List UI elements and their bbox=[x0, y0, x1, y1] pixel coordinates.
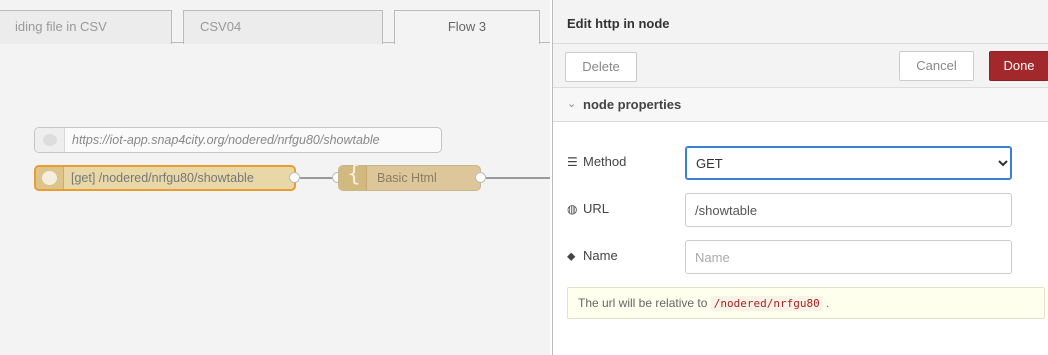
name-label: Name bbox=[583, 248, 618, 263]
node-properties-section-header[interactable]: ⌄ node properties bbox=[553, 88, 1048, 122]
comment-node[interactable]: https://iot-app.snap4city.org/nodered/nr… bbox=[34, 127, 442, 153]
name-row: ⬥ Name bbox=[553, 240, 1048, 274]
name-label-wrap: ⬥ Name bbox=[567, 248, 618, 264]
http-in-output-port[interactable] bbox=[289, 172, 300, 183]
edit-node-tray: Edit http in node Delete Cancel Done ⌄ n… bbox=[552, 0, 1048, 355]
tray-title: Edit http in node bbox=[567, 16, 670, 31]
method-row: ☰ Method GET bbox=[553, 146, 1048, 180]
tag-icon: ⬥ bbox=[567, 249, 576, 263]
tab-flow-3[interactable]: Flow 3 bbox=[394, 10, 540, 44]
flow-canvas[interactable] bbox=[0, 44, 550, 355]
template-node[interactable]: { Basic Html bbox=[338, 162, 481, 191]
http-in-node[interactable]: [get] /nodered/nrfgu80/showtable bbox=[34, 165, 296, 191]
method-label: Method bbox=[583, 154, 627, 169]
http-in-node-label: [get] /nodered/nrfgu80/showtable bbox=[71, 171, 254, 185]
comment-node-label: https://iot-app.snap4city.org/nodered/nr… bbox=[72, 133, 380, 147]
tab-flow-csv[interactable]: iding file in CSV bbox=[0, 10, 172, 44]
wire-http-to-template[interactable] bbox=[300, 177, 334, 179]
name-input[interactable] bbox=[685, 240, 1012, 274]
globe-icon bbox=[42, 171, 57, 185]
comment-icon bbox=[43, 134, 57, 146]
flow-workspace: iding file in CSV CSV04 Flow 3 https://i… bbox=[0, 0, 550, 355]
globe-icon: ◍ bbox=[567, 202, 578, 216]
brace-icon: { bbox=[347, 162, 361, 187]
url-input[interactable] bbox=[685, 193, 1012, 227]
section-label: node properties bbox=[583, 97, 682, 112]
list-icon: ☰ bbox=[567, 155, 578, 169]
url-label: URL bbox=[583, 201, 610, 216]
url-tip: The url will be relative to /nodered/nrf… bbox=[567, 287, 1045, 319]
http-in-node-icon-box bbox=[36, 167, 64, 189]
wire-template-out[interactable] bbox=[486, 177, 550, 179]
method-select[interactable]: GET bbox=[685, 146, 1012, 180]
cancel-button[interactable]: Cancel bbox=[899, 51, 974, 81]
flow-tab-bar: iding file in CSV CSV04 Flow 3 bbox=[0, 0, 550, 44]
url-row: ◍ URL bbox=[553, 193, 1048, 227]
delete-button[interactable]: Delete bbox=[565, 52, 637, 82]
tray-divider bbox=[553, 43, 1048, 44]
tab-csv04[interactable]: CSV04 bbox=[183, 10, 383, 44]
chevron-down-icon: ⌄ bbox=[567, 97, 577, 110]
tip-suffix: . bbox=[826, 296, 830, 310]
url-label-wrap: ◍ URL bbox=[567, 201, 609, 216]
method-label-wrap: ☰ Method bbox=[567, 154, 626, 169]
template-output-port[interactable] bbox=[475, 172, 486, 183]
comment-node-icon-box bbox=[35, 128, 65, 152]
template-node-icon-box: { bbox=[339, 162, 367, 190]
tray-header: Edit http in node Delete Cancel Done bbox=[553, 0, 1048, 88]
tip-code: /nodered/nrfgu80 bbox=[710, 296, 823, 311]
done-button[interactable]: Done bbox=[989, 51, 1048, 81]
template-node-label: Basic Html bbox=[377, 171, 437, 185]
tip-prefix: The url will be relative to bbox=[578, 296, 708, 310]
